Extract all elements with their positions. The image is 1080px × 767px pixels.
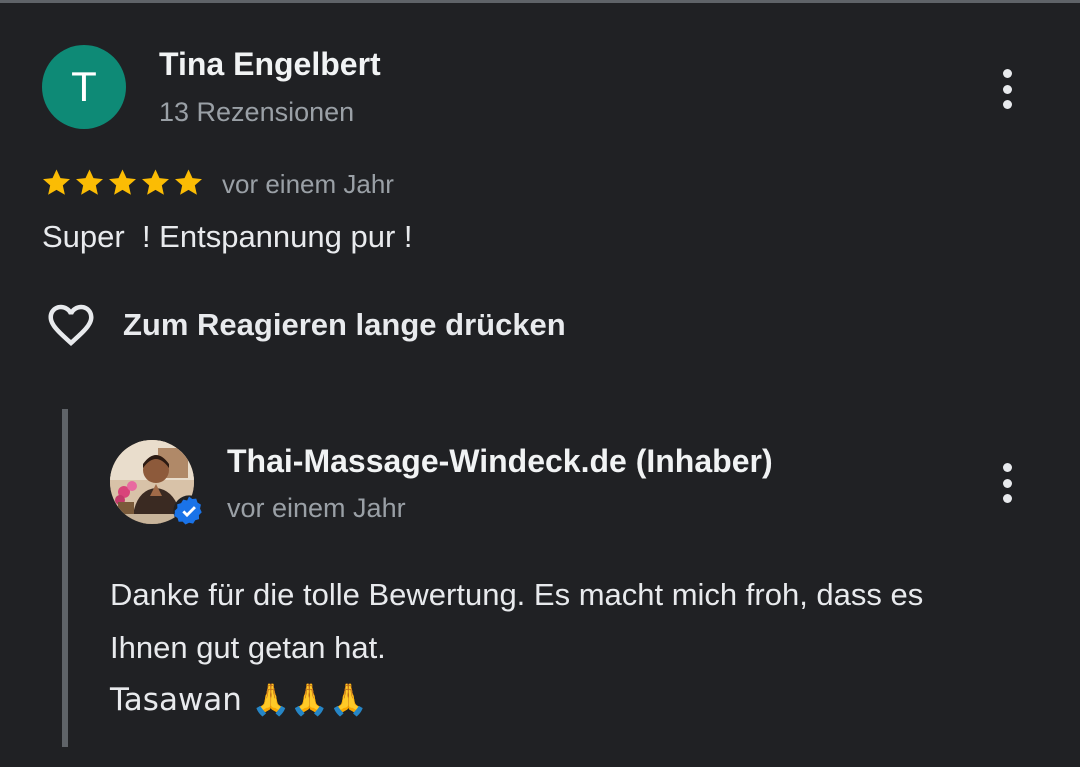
star-icon [109, 169, 136, 195]
more-vert-icon-dot [1002, 478, 1012, 488]
review-text: Super ! Entspannung pur ! [42, 219, 413, 254]
star-icon [142, 169, 169, 195]
reviewer-avatar[interactable]: T [42, 45, 126, 129]
reviewer-review-count: 13 Rezensionen [159, 97, 355, 127]
more-vert-icon-dot [1002, 84, 1012, 94]
react-button[interactable]: Zum Reagieren lange drücken [42, 298, 566, 352]
reply-more-options-button[interactable] [992, 461, 1022, 505]
avatar-letter: T [71, 63, 97, 110]
reply-text-line: Danke für die tolle Bewertung. Es macht … [110, 577, 924, 612]
reply-indent-bar [62, 409, 68, 747]
owner-name[interactable]: Thai-Massage-Windeck.de (Inhaber) [227, 443, 773, 480]
star-icon [76, 169, 103, 195]
verified-badge-icon [173, 495, 205, 527]
reply-text-line: Ihnen gut getan hat. [110, 630, 386, 665]
reply-text-line: Tasawan 🙏🙏🙏 [110, 682, 368, 718]
review-more-options-button[interactable] [992, 67, 1022, 111]
star-icon [43, 169, 70, 195]
reviewer-name[interactable]: Tina Engelbert [159, 46, 381, 83]
star-rating [40, 166, 205, 199]
reply-time: vor einem Jahr [227, 493, 406, 523]
react-label: Zum Reagieren lange drücken [123, 307, 566, 342]
more-vert-icon-dot [1002, 494, 1012, 503]
top-divider [0, 0, 1080, 3]
reply-text: Danke für die tolle Bewertung. Es macht … [110, 568, 1030, 727]
heart-outline-icon [48, 304, 94, 347]
review-time: vor einem Jahr [222, 169, 394, 199]
more-vert-icon-dot [1002, 463, 1012, 472]
more-vert-icon-dot [1002, 69, 1012, 78]
more-vert-icon-dot [1002, 100, 1012, 109]
star-icon [175, 169, 202, 195]
